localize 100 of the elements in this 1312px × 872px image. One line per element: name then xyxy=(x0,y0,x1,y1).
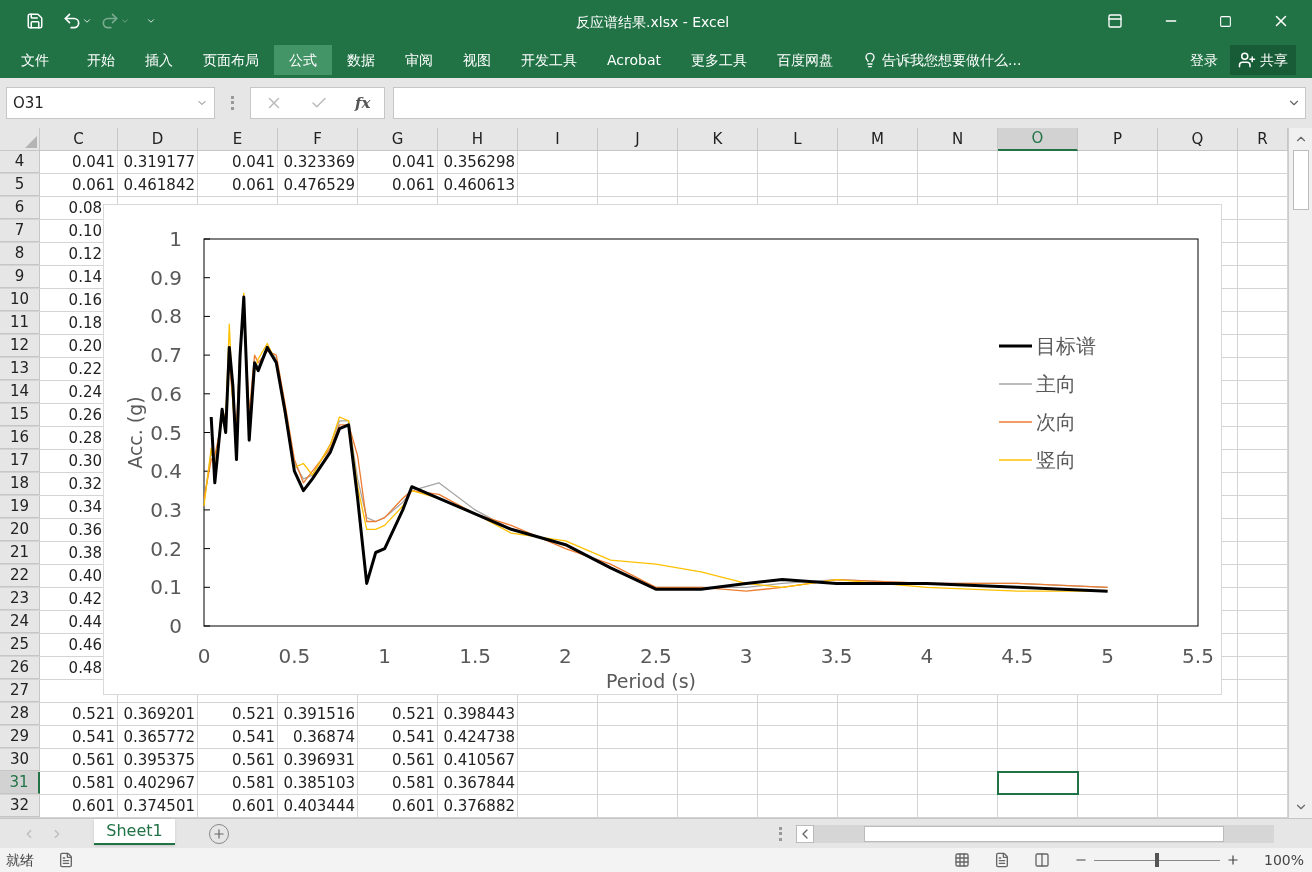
y-tick-label: 1 xyxy=(169,227,182,251)
horizontal-scrollbar[interactable] xyxy=(814,824,1274,843)
cell-reference: O31 xyxy=(13,92,44,114)
ribbon-tab[interactable]: 更多工具 xyxy=(676,45,762,75)
row-header[interactable]: 19 xyxy=(0,496,40,518)
scrollbar-thumb[interactable] xyxy=(1292,150,1309,210)
zoom-in-icon[interactable] xyxy=(1225,853,1240,867)
row-header[interactable]: 29 xyxy=(0,726,40,748)
scrollbar-thumb[interactable] xyxy=(864,825,1224,842)
column-header[interactable]: K xyxy=(678,128,758,151)
table-cell-text: 0.18 xyxy=(67,312,103,334)
column-header[interactable]: J xyxy=(598,128,678,151)
page-layout-icon[interactable] xyxy=(993,852,1010,868)
column-header[interactable]: I xyxy=(518,128,598,151)
page-break-icon[interactable] xyxy=(1033,852,1050,868)
table-cell-text: 0.521 xyxy=(231,703,276,725)
table-cell-text: 0.42 xyxy=(67,588,103,610)
column-header[interactable]: M xyxy=(838,128,918,151)
ribbon-tab[interactable]: 公式 xyxy=(274,45,332,75)
column-header[interactable]: H xyxy=(438,128,518,151)
tell-me-field[interactable]: 告诉我您想要做什么... xyxy=(862,49,1022,71)
x-tick-label: 3 xyxy=(739,644,753,668)
caret-icon[interactable] xyxy=(82,16,92,26)
sign-in-link[interactable]: 登录 xyxy=(1190,49,1218,71)
table-cell-text: 0.561 xyxy=(71,749,116,771)
row-header[interactable]: 15 xyxy=(0,404,40,426)
row-header[interactable]: 7 xyxy=(0,220,40,242)
row-header[interactable]: 24 xyxy=(0,611,40,633)
save-icon[interactable] xyxy=(26,12,44,30)
macro-icon[interactable] xyxy=(58,852,74,868)
table-cell-text: 0.20 xyxy=(67,335,103,357)
table-cell-text: 0.403444 xyxy=(282,795,356,817)
row-header[interactable]: 27 xyxy=(0,680,40,702)
row-header[interactable]: 14 xyxy=(0,381,40,403)
ribbon-tab[interactable]: 文件 xyxy=(6,45,64,75)
x-tick-label: 5.5 xyxy=(1182,644,1214,668)
column-header[interactable]: P xyxy=(1078,128,1158,151)
row-header[interactable]: 4 xyxy=(0,151,40,173)
ribbon-tab[interactable]: 插入 xyxy=(130,45,188,75)
column-header[interactable]: C xyxy=(40,128,118,151)
table-cell-text: 0.391516 xyxy=(282,703,356,725)
customize-icon[interactable] xyxy=(146,16,156,26)
table-cell-text: 0.041 xyxy=(231,151,276,173)
row-header[interactable]: 28 xyxy=(0,703,40,725)
normal-view-icon[interactable] xyxy=(953,852,970,868)
name-box[interactable]: O31 xyxy=(6,87,215,119)
column-header[interactable]: G xyxy=(358,128,438,151)
table-cell-text: 0.385103 xyxy=(282,772,356,794)
row-header[interactable]: 21 xyxy=(0,542,40,564)
undo-icon[interactable] xyxy=(62,11,82,31)
x-axis-title: Period (s) xyxy=(606,670,696,692)
ribbon-display-icon[interactable] xyxy=(1107,13,1123,29)
row-header[interactable]: 30 xyxy=(0,749,40,771)
row-header[interactable]: 18 xyxy=(0,473,40,495)
ribbon-tab[interactable]: 视图 xyxy=(448,45,506,75)
table-cell-text: 0.460613 xyxy=(442,174,516,196)
row-header[interactable]: 32 xyxy=(0,795,40,817)
row-header[interactable]: 11 xyxy=(0,312,40,334)
column-header[interactable]: Q xyxy=(1158,128,1238,151)
table-cell-text: 0.581 xyxy=(71,772,116,794)
column-header[interactable]: L xyxy=(758,128,838,151)
row-header[interactable]: 22 xyxy=(0,565,40,587)
zoom-level[interactable]: 100% xyxy=(1263,849,1304,871)
ribbon-tab[interactable]: 审阅 xyxy=(390,45,448,75)
row-header[interactable]: 8 xyxy=(0,243,40,265)
row-header[interactable]: 12 xyxy=(0,335,40,357)
ribbon-tab[interactable]: Acrobat xyxy=(592,45,676,75)
sheet-tab[interactable]: Sheet1 xyxy=(94,818,175,845)
row-header[interactable]: 6 xyxy=(0,197,40,219)
column-header[interactable]: D xyxy=(118,128,198,151)
ribbon-tab[interactable]: 百度网盘 xyxy=(762,45,848,75)
table-cell-text: 0.561 xyxy=(391,749,436,771)
row-header[interactable]: 26 xyxy=(0,657,40,679)
share-button[interactable]: 共享 xyxy=(1230,45,1296,75)
ribbon-tab[interactable]: 数据 xyxy=(332,45,390,75)
formula-field[interactable] xyxy=(393,87,1306,119)
insert-function-button[interactable]: fx xyxy=(354,91,371,115)
row-header[interactable]: 17 xyxy=(0,450,40,472)
ribbon-tab[interactable]: 开发工具 xyxy=(506,45,592,75)
row-header[interactable]: 20 xyxy=(0,519,40,541)
row-header[interactable]: 31 xyxy=(0,772,40,794)
row-header[interactable]: 5 xyxy=(0,174,40,196)
column-header[interactable]: E xyxy=(198,128,278,151)
row-header[interactable]: 10 xyxy=(0,289,40,311)
plus-icon xyxy=(212,826,226,841)
active-cell[interactable] xyxy=(998,772,1078,794)
ribbon-tab[interactable]: 页面布局 xyxy=(188,45,274,75)
row-header[interactable]: 23 xyxy=(0,588,40,610)
scroll-left-icon[interactable] xyxy=(796,824,814,843)
column-header[interactable]: O xyxy=(998,128,1078,151)
maximize-icon[interactable] xyxy=(1219,14,1232,28)
row-header[interactable]: 25 xyxy=(0,634,40,656)
zoom-slider-thumb[interactable] xyxy=(1154,852,1159,867)
row-header[interactable]: 9 xyxy=(0,266,40,288)
ribbon-tab[interactable]: 开始 xyxy=(72,45,130,75)
column-header[interactable]: F xyxy=(278,128,358,151)
x-tick-label: 2.5 xyxy=(639,644,672,668)
table-cell-text: 0.476529 xyxy=(282,174,356,196)
row-header[interactable]: 16 xyxy=(0,427,40,449)
row-header[interactable]: 13 xyxy=(0,358,40,380)
